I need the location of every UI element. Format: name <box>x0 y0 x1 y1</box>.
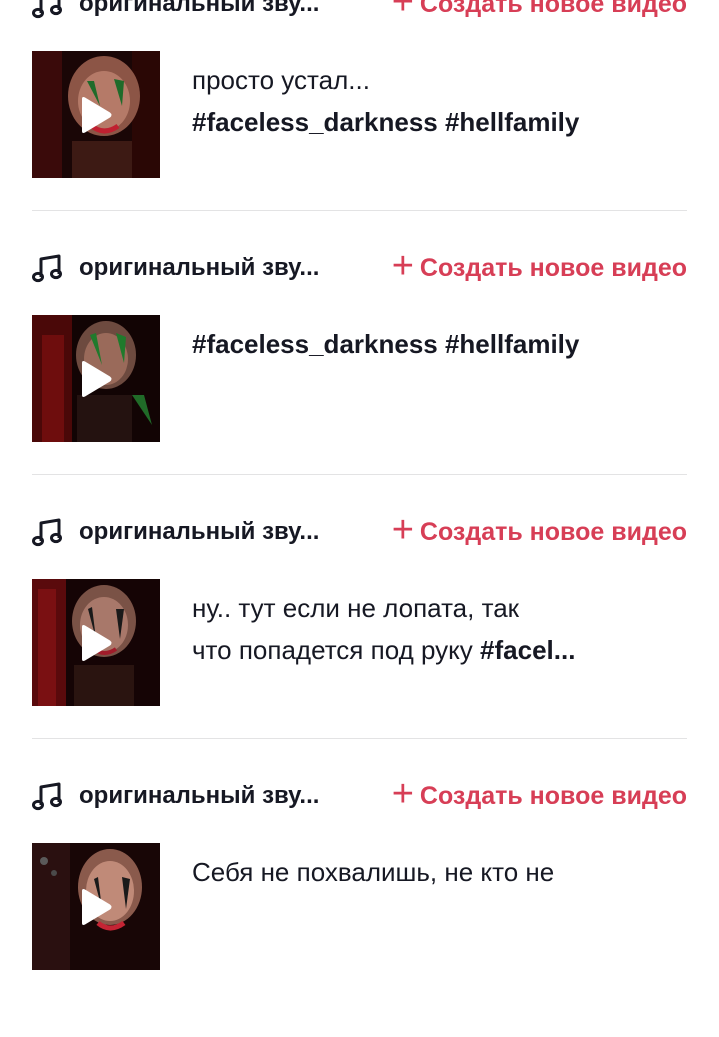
sound-name-link[interactable]: оригинальный зву... <box>79 0 392 18</box>
music-note-icon <box>32 518 62 547</box>
divider <box>32 738 687 739</box>
video-caption: просто устал... #faceless_darkness #hell… <box>192 59 687 143</box>
plus-icon: + <box>391 773 414 815</box>
play-icon <box>82 625 112 661</box>
create-new-video-label: Создать новое видео <box>419 781 687 810</box>
sound-name-link[interactable]: оригинальный зву... <box>79 254 392 282</box>
caption-hashtags[interactable]: #faceless_darkness #hellfamily <box>192 107 579 137</box>
music-note-icon <box>32 254 62 283</box>
video-thumbnail[interactable] <box>32 843 160 970</box>
music-note-icon <box>32 782 62 811</box>
plus-icon: + <box>391 245 414 287</box>
sound-row: оригинальный зву... + Создать новое виде… <box>32 509 687 555</box>
play-icon <box>82 889 112 925</box>
sound-name-link[interactable]: оригинальный зву... <box>79 782 392 810</box>
caption-line: просто устал... <box>192 59 687 101</box>
create-new-video-button[interactable]: + Создать новое видео <box>392 775 687 813</box>
sound-row: оригинальный зву... + Создать новое виде… <box>32 773 687 819</box>
divider <box>32 474 687 475</box>
create-new-video-label: Создать новое видео <box>419 253 687 282</box>
play-icon <box>82 361 112 397</box>
caption-line: что попадется под руку #facel... <box>192 629 687 671</box>
video-entry: оригинальный зву... + Создать новое виде… <box>0 509 719 773</box>
caption-text: что попадется под руку <box>192 635 481 665</box>
video-thumbnail[interactable] <box>32 579 160 706</box>
sound-row: оригинальный зву... + Создать новое виде… <box>32 0 687 27</box>
video-entry: оригинальный зву... + Создать новое виде… <box>0 245 719 509</box>
video-caption: ну.. тут если не лопата, так что попадет… <box>192 587 687 671</box>
caption-line: Себя не похвалишь, не кто не <box>192 851 687 893</box>
caption-line: #faceless_darkness #hellfamily <box>192 323 687 365</box>
video-caption: #faceless_darkness #hellfamily <box>192 323 687 365</box>
caption-text: просто устал... <box>192 65 370 95</box>
video-entry: оригинальный зву... + Создать новое виде… <box>0 773 719 1037</box>
create-new-video-label: Создать новое видео <box>419 0 687 18</box>
create-new-video-button[interactable]: + Создать новое видео <box>392 0 687 21</box>
video-caption: Себя не похвалишь, не кто не <box>192 851 687 893</box>
video-feed: оригинальный зву... + Создать новое виде… <box>0 0 719 1037</box>
divider <box>32 210 687 211</box>
sound-name-link[interactable]: оригинальный зву... <box>79 518 392 546</box>
plus-icon: + <box>391 509 414 551</box>
sound-row: оригинальный зву... + Создать новое виде… <box>32 245 687 291</box>
caption-text: ну.. тут если не лопата, так <box>192 593 520 623</box>
create-new-video-label: Создать новое видео <box>419 517 687 546</box>
music-note-icon <box>32 0 62 19</box>
caption-hashtags[interactable]: #faceless_darkness #hellfamily <box>192 329 579 359</box>
create-new-video-button[interactable]: + Создать новое видео <box>392 511 687 549</box>
video-thumbnail[interactable] <box>32 315 160 442</box>
play-icon <box>82 97 112 133</box>
caption-line: #faceless_darkness #hellfamily <box>192 101 687 143</box>
video-thumbnail[interactable] <box>32 51 160 178</box>
caption-line: ну.. тут если не лопата, так <box>192 587 687 629</box>
caption-hashtags[interactable]: #facel... <box>480 635 575 665</box>
caption-text: Себя не похвалишь, не кто не <box>192 857 555 887</box>
create-new-video-button[interactable]: + Создать новое видео <box>392 247 687 285</box>
plus-icon: + <box>391 0 414 23</box>
video-entry: оригинальный зву... + Создать новое виде… <box>0 0 719 245</box>
